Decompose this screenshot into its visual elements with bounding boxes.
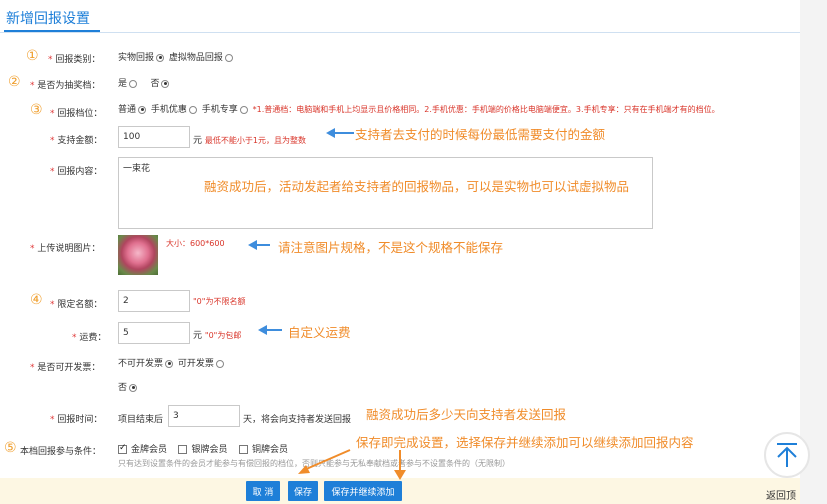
- type-label: * 回报类别：: [48, 55, 101, 65]
- silver-member-label: 银牌会员: [191, 445, 228, 455]
- page-title: 新增回报设置: [6, 11, 90, 27]
- shipping-input[interactable]: 5: [118, 322, 190, 344]
- amount-annotation: 支持者去支付的时候每份最低需要支付的金额: [355, 127, 606, 142]
- time-days-input[interactable]: 3: [168, 405, 240, 427]
- type-option-physical-radio[interactable]: [156, 53, 165, 62]
- invoice-yes-radio[interactable]: [215, 359, 224, 368]
- amount-input[interactable]: 100: [118, 126, 190, 148]
- gold-member-label: 金牌会员: [131, 445, 168, 455]
- content-label: * 回报内容：: [50, 167, 103, 177]
- step-number-4: ④: [30, 292, 43, 308]
- invoice-no-radio[interactable]: [165, 359, 174, 368]
- cancel-button[interactable]: 取 消: [246, 481, 280, 501]
- tier-mobile-discount-radio[interactable]: [188, 105, 197, 114]
- lottery-yes-radio[interactable]: [129, 79, 138, 88]
- gold-member-checkbox[interactable]: [118, 443, 127, 454]
- amount-unit-hint: 元 最低不能小于1元，且为整数: [193, 136, 306, 146]
- time-label: * 回报时间：: [50, 415, 103, 425]
- type-option-virtual-label: 虚拟物品回报: [168, 53, 223, 63]
- tier-mobile-only-radio[interactable]: [239, 105, 248, 114]
- shipping-annotation: 自定义运费: [288, 325, 351, 340]
- uploaded-image-thumbnail[interactable]: [118, 235, 158, 275]
- shipping-label: * 运费：: [72, 333, 107, 343]
- tier-normal-label: 普通: [118, 105, 137, 115]
- invoice-label: * 是否可开发票：: [30, 363, 101, 373]
- arrow-up-icon: [777, 443, 797, 467]
- silver-member-checkbox[interactable]: [178, 445, 188, 454]
- invoice-extra-option: 否: [118, 380, 139, 393]
- step-number-3: ③: [30, 102, 43, 118]
- tier-label: * 回报档位：: [50, 109, 103, 119]
- invoice-extra-label: 否: [118, 383, 128, 393]
- tier-normal-radio[interactable]: [138, 105, 147, 114]
- title-divider: [0, 32, 800, 33]
- image-arrow-line: [256, 244, 270, 246]
- amount-arrow-line: [334, 132, 354, 134]
- invoice-no-label: 不可开发票: [118, 359, 164, 369]
- lottery-yes-label: 是: [118, 79, 128, 89]
- invoice-extra-radio[interactable]: [129, 383, 138, 392]
- time-annotation: 融资成功后多少天向支持者发送回报: [366, 407, 567, 422]
- tier-hint: *1.普通档：电脑端和手机上均显示且价格相同。2.手机优惠：手机端的价格比电脑端…: [252, 105, 720, 114]
- amount-label: * 支持金额：: [50, 136, 103, 146]
- time-prefix: 项目结束后: [118, 415, 164, 425]
- type-options: 实物回报 虚拟物品回报: [118, 50, 235, 63]
- content-annotation: 融资成功后，活动发起者给支持者的回报物品，可以是实物也可以试虚拟物品: [204, 179, 630, 194]
- shipping-arrow-line: [266, 329, 282, 331]
- lottery-options: 是 否: [118, 76, 171, 89]
- members-label: 本档回报参与条件：: [20, 447, 102, 457]
- image-label: * 上传说明图片：: [30, 244, 101, 254]
- type-option-physical-label: 实物回报: [118, 53, 155, 63]
- bronze-member-label: 铜牌会员: [251, 445, 288, 455]
- quota-label: * 限定名额：: [50, 300, 103, 310]
- step-number-5: ⑤: [4, 440, 17, 456]
- step-number-1: ①: [26, 48, 39, 64]
- image-annotation: 请注意图片规格，不是这个规格不能保存: [278, 240, 504, 255]
- save-arrows-icon: [298, 449, 406, 480]
- right-scroll-strip: [800, 0, 827, 504]
- tier-mobile-discount-label: 手机优惠: [150, 105, 187, 115]
- members-options: 金牌会员 银牌会员 铜牌会员: [118, 442, 288, 455]
- back-to-top-label: 返回顶: [766, 491, 796, 502]
- type-option-virtual-radio[interactable]: [224, 53, 233, 62]
- step-number-2: ②: [8, 74, 21, 90]
- invoice-yes-label: 可开发票: [177, 359, 214, 369]
- invoice-options: 不可开发票 可开发票: [118, 356, 226, 369]
- tier-options: 普通 手机优惠 手机专享 *1.普通档：电脑端和手机上均显示且价格相同。2.手机…: [118, 102, 720, 115]
- lottery-no-label: 否: [150, 79, 160, 89]
- time-suffix: 天，将会向支持者发送回报: [243, 415, 352, 425]
- image-size-hint: 大小：600*600: [166, 239, 225, 248]
- quota-input[interactable]: 2: [118, 290, 190, 312]
- shipping-unit-hint: 元 "0"为包邮: [193, 331, 242, 341]
- bronze-member-checkbox[interactable]: [238, 445, 248, 454]
- back-to-top-button[interactable]: [764, 432, 810, 478]
- lottery-no-radio[interactable]: [161, 79, 170, 88]
- quota-hint: "0"为不限名额: [193, 297, 246, 306]
- tier-mobile-only-label: 手机专享: [201, 105, 238, 115]
- lottery-label: * 是否为抽奖档：: [30, 81, 101, 91]
